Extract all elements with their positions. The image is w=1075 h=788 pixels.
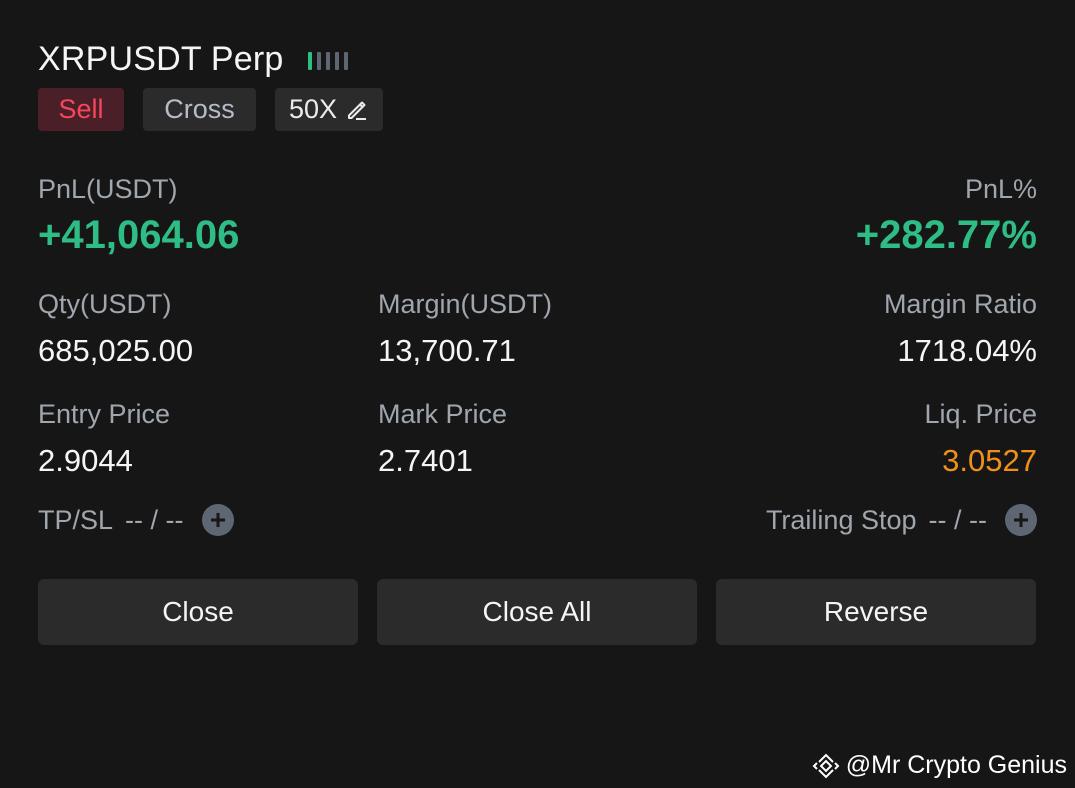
risk-bar [335,52,339,70]
risk-bar [326,52,330,70]
edit-pencil-icon [348,101,367,120]
watermark-text: @Mr Crypto Genius [845,751,1067,779]
margin-ratio-value: 1718.04% [897,333,1037,368]
mark-price-label: Mark Price [378,399,508,429]
close-button[interactable]: Close [38,579,358,645]
trailing-stop-row: Trailing Stop -- / -- [766,504,1037,536]
side-badge: Sell [38,88,124,131]
risk-bar [344,52,348,70]
pnl-label: PnL(USDT) [38,174,178,204]
close-all-button[interactable]: Close All [377,579,697,645]
mark-price-value: 2.7401 [378,443,473,478]
pnl-percent-value: +282.77% [855,213,1037,257]
add-tpsl-plus-icon[interactable] [201,504,234,536]
risk-bar [317,52,321,70]
binance-logo-icon [812,753,840,778]
reverse-button[interactable]: Reverse [716,579,1036,645]
add-trailing-stop-plus-icon[interactable] [1005,504,1037,536]
watermark: @Mr Crypto Genius [812,751,1067,780]
leverage-button[interactable]: 50X [275,88,383,131]
pnl-percent-label: PnL% [964,174,1037,204]
margin-ratio-label: Margin Ratio [883,289,1037,319]
liq-price-label: Liq. Price [924,399,1037,429]
entry-price-value: 2.9044 [38,443,133,478]
leverage-value: 50X [288,94,338,124]
plus-icon [210,513,225,527]
pnl-value: +41,064.06 [38,213,240,257]
liq-price-value: 3.0527 [942,443,1037,478]
margin-value: 13,700.71 [378,333,516,368]
margin-label: Margin(USDT) [378,289,553,319]
plus-icon [1014,513,1028,527]
trailing-stop-value: -- / -- [928,504,987,535]
margin-mode-badge[interactable]: Cross [143,88,256,131]
qty-value: 685,025.00 [38,333,194,368]
position-symbol: XRPUSDT Perp [38,40,284,78]
entry-price-label: Entry Price [38,399,171,429]
tpsl-value: -- / -- [125,504,184,535]
tpsl-label: TP/SL [38,504,114,535]
qty-label: Qty(USDT) [38,289,172,319]
tpsl-row: TP/SL -- / -- [38,504,234,536]
risk-level-indicator [308,52,348,70]
risk-bar [308,52,312,70]
trailing-stop-label: Trailing Stop [765,504,917,535]
